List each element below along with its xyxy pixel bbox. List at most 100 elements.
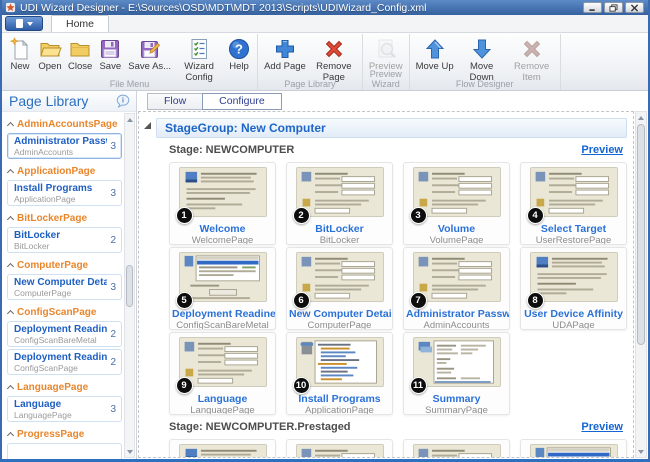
remove-page-button[interactable]: Remove Page <box>309 35 359 83</box>
chevron-down-icon <box>27 22 33 26</box>
page-thumbnail-image <box>530 444 618 458</box>
scroll-up-icon[interactable] <box>125 114 134 125</box>
page-library-list: AdminAccountsPage Administrator Password… <box>2 112 136 459</box>
wizard-page-card[interactable]: 10 Install Programs ApplicationPage <box>286 332 393 415</box>
restore-button[interactable] <box>604 2 623 13</box>
save-button[interactable]: Save <box>95 35 125 73</box>
minimize-button[interactable] <box>583 2 602 13</box>
page-type: UserRestorePage <box>521 236 626 245</box>
page-library-item[interactable]: Administrator Password AdminAccounts 3 <box>7 133 122 159</box>
page-library-item-subtitle: ComputerPage <box>14 288 107 298</box>
page-title: Welcome <box>170 224 275 235</box>
page-library-item-count: 3 <box>107 188 116 199</box>
wizard-page-card[interactable]: 3 Volume VolumePage <box>403 162 510 245</box>
save-as-button[interactable]: Save As... <box>125 35 174 73</box>
sidebar-scrollbar[interactable] <box>124 113 135 458</box>
wizard-page-card[interactable]: 11 Summary SummaryPage <box>403 332 510 415</box>
page-type: BitLocker <box>287 236 392 245</box>
wizard-page-card[interactable]: 9 Language LanguagePage <box>169 332 276 415</box>
page-library-item[interactable]: Install Programs ApplicationPage 3 <box>7 180 122 206</box>
wizard-page-card[interactable] <box>403 439 510 458</box>
page-library-item-subtitle: LanguagePage <box>14 410 72 420</box>
page-library-group-header[interactable]: ComputerPage <box>8 259 121 272</box>
page-library-item-title: Install Programs <box>14 183 92 194</box>
stages: Stage: NEWCOMPUTER Preview 1 Welcome Wel… <box>139 141 633 458</box>
page-thumbnail-image <box>179 337 267 387</box>
ribbon-button-label: Open <box>38 62 61 73</box>
stage-name: Stage: NEWCOMPUTER.Prestaged <box>169 421 581 433</box>
tab-configure[interactable]: Configure <box>202 93 282 110</box>
page-library-item-subtitle: AdminAccounts <box>14 147 107 157</box>
scroll-up-icon[interactable] <box>636 112 646 123</box>
ribbon-button-label: Help <box>229 62 249 73</box>
info-button[interactable]: i <box>115 94 132 109</box>
wizard-page-card[interactable] <box>169 439 276 458</box>
page-library-item-title: Deployment Readiness <box>14 352 107 363</box>
main-scroll-thumb[interactable] <box>637 124 645 345</box>
scroll-down-icon[interactable] <box>636 446 646 457</box>
open-button[interactable]: Open <box>35 35 65 73</box>
page-library-item[interactable]: BitLocker BitLocker 2 <box>7 227 122 253</box>
app-menu-button[interactable] <box>5 16 43 31</box>
wizard-page-card[interactable]: 4 Select Target UserRestorePage <box>520 162 627 245</box>
close-button[interactable]: Close <box>65 35 95 73</box>
move-up-button[interactable]: Move Up <box>413 35 457 73</box>
page-library-panel: Page Library i AdminAccountsPage Adminis… <box>2 91 137 459</box>
wizard-page-card[interactable]: 5 Deployment Readiness ConfigScanBareMet… <box>169 247 276 330</box>
page-library-item-title: Deployment Readiness <box>14 324 107 335</box>
page-library-group-name: BitLockerPage <box>17 213 87 224</box>
new-button[interactable]: New <box>5 35 35 73</box>
wizard-page-card[interactable]: 8 User Device Affinity UDAPage <box>520 247 627 330</box>
page-library-group-header[interactable]: ConfigScanPage <box>8 306 121 319</box>
wizard-page-card[interactable]: 7 Administrator Passw... AdminAccounts <box>403 247 510 330</box>
add-page-button[interactable]: Add Page <box>261 35 309 73</box>
page-library-group-header[interactable]: LanguagePage <box>8 381 121 394</box>
wizard-page-card[interactable]: 6 New Computer Details ComputerPage <box>286 247 393 330</box>
ribbon-group-label: Preview Wizard <box>363 69 409 90</box>
move-down-button[interactable]: Move Down <box>457 35 507 83</box>
page-library-item-count: 2 <box>107 329 116 340</box>
stage-preview-link[interactable]: Preview <box>581 421 623 433</box>
new-document-icon <box>8 37 32 61</box>
wizard-page-card[interactable]: 1 Welcome WelcomePage <box>169 162 276 245</box>
collapse-chevron-icon <box>7 122 14 129</box>
page-library-group-header[interactable]: AdminAccountsPage <box>8 118 121 131</box>
page-library-item-count: 2 <box>107 235 116 246</box>
page-library-item-title: New Computer Details <box>14 277 107 288</box>
page-library-group-header[interactable]: ApplicationPage <box>8 165 121 178</box>
page-library-item[interactable]: Deployment Readiness ConfigScanBareMetal… <box>7 321 122 347</box>
page-number-badge: 3 <box>410 207 427 224</box>
sidebar-scroll-thumb[interactable] <box>126 265 133 307</box>
help-button[interactable]: ? Help <box>224 35 254 73</box>
page-library-group-header[interactable]: ProgressPage <box>8 428 121 441</box>
page-library-group-name: AdminAccountsPage <box>17 119 118 130</box>
close-button[interactable] <box>625 2 644 13</box>
wizard-page-card[interactable] <box>286 439 393 458</box>
page-library-group-header[interactable]: BitLockerPage <box>8 212 121 225</box>
collapse-chevron-icon <box>7 216 14 223</box>
flow-panel-content: StageGroup: New Computer Stage: NEWCOMPU… <box>138 111 634 458</box>
wizard-page-card[interactable] <box>520 439 627 458</box>
page-number-badge: 10 <box>293 377 310 394</box>
wizard-config-button[interactable]: Wizard Config <box>174 35 224 83</box>
page-library-item[interactable]: New Computer Details ComputerPage 3 <box>7 274 122 300</box>
tab-home[interactable]: Home <box>51 15 109 32</box>
page-number-badge: 2 <box>293 207 310 224</box>
stage-preview-link[interactable]: Preview <box>581 144 623 156</box>
move-up-icon <box>423 37 447 61</box>
main-scrollbar[interactable] <box>635 111 647 458</box>
page-library-item[interactable] <box>7 443 122 459</box>
save-icon <box>98 37 122 61</box>
ribbon-button-label: Move Up <box>416 62 454 73</box>
stage-group-header[interactable]: StageGroup: New Computer <box>156 118 627 138</box>
scroll-down-icon[interactable] <box>125 446 134 457</box>
close-folder-icon <box>68 37 92 61</box>
page-type: ConfigScanBareMetal <box>170 321 275 330</box>
page-type: WelcomePage <box>170 236 275 245</box>
page-library-item[interactable]: Deployment Readiness ConfigScanPage 2 <box>7 349 122 375</box>
page-title: Language <box>170 394 275 405</box>
page-library-item[interactable]: Language LanguagePage 3 <box>7 396 122 422</box>
tab-flow[interactable]: Flow <box>147 93 202 110</box>
wizard-page-card[interactable]: 2 BitLocker BitLocker <box>286 162 393 245</box>
stage-group-expander-icon[interactable] <box>144 122 151 129</box>
